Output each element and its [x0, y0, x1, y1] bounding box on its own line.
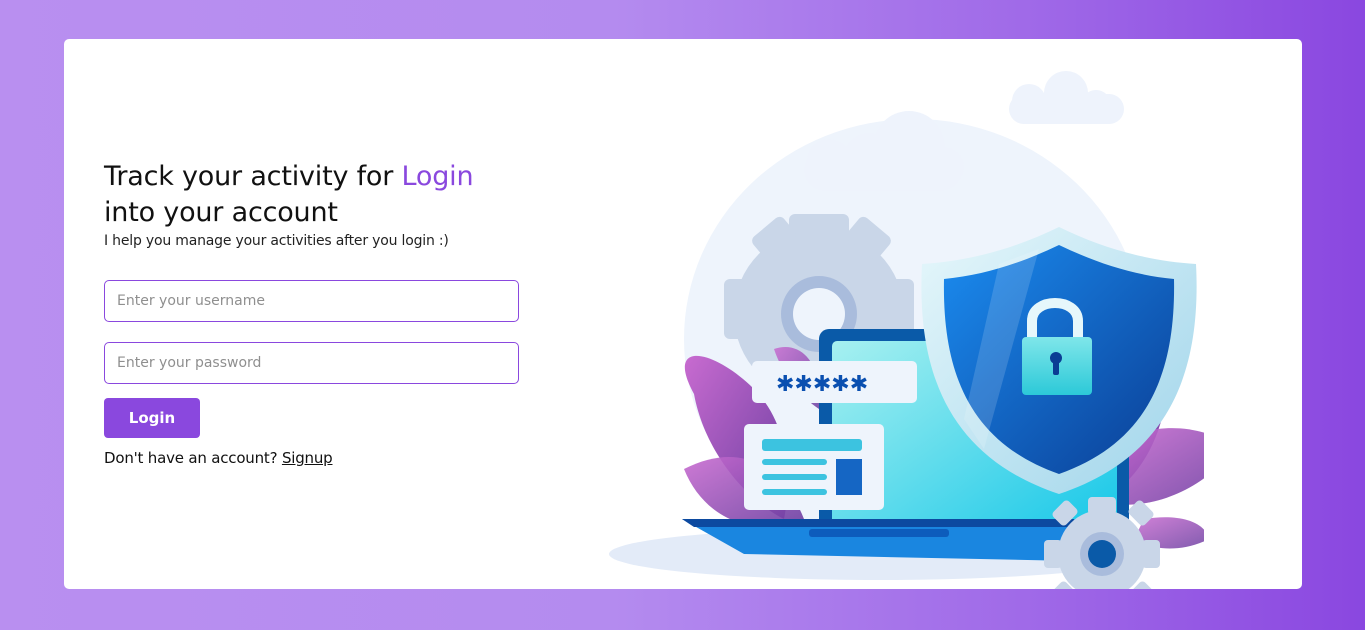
password-mask: ✱✱✱✱✱ [776, 372, 868, 397]
password-input[interactable] [104, 342, 519, 384]
id-card [744, 424, 884, 510]
title-accent: Login [401, 161, 474, 192]
laptop-trackpad [809, 529, 949, 537]
page-subtitle: I help you manage your activities after … [104, 233, 449, 249]
page-title: Track your activity for Login into your … [104, 159, 524, 231]
gear-icon [1044, 497, 1160, 589]
signup-prompt: Don't have an account? Signup [104, 449, 333, 467]
title-text: Track your activity for [104, 161, 402, 192]
signup-link[interactable]: Signup [282, 449, 333, 467]
login-card: Track your activity for Login into your … [64, 39, 1302, 589]
username-input[interactable] [104, 280, 519, 322]
login-form-panel: Track your activity for Login into your … [104, 159, 524, 251]
login-button[interactable]: Login [104, 398, 200, 438]
security-illustration: ✱✱✱✱✱ [609, 71, 1204, 589]
laptop-base-edge [682, 519, 1074, 527]
signup-prompt-text: Don't have an account? [104, 449, 282, 467]
cloud-icon [1009, 71, 1124, 124]
title-text-line2: into your account [104, 197, 338, 228]
